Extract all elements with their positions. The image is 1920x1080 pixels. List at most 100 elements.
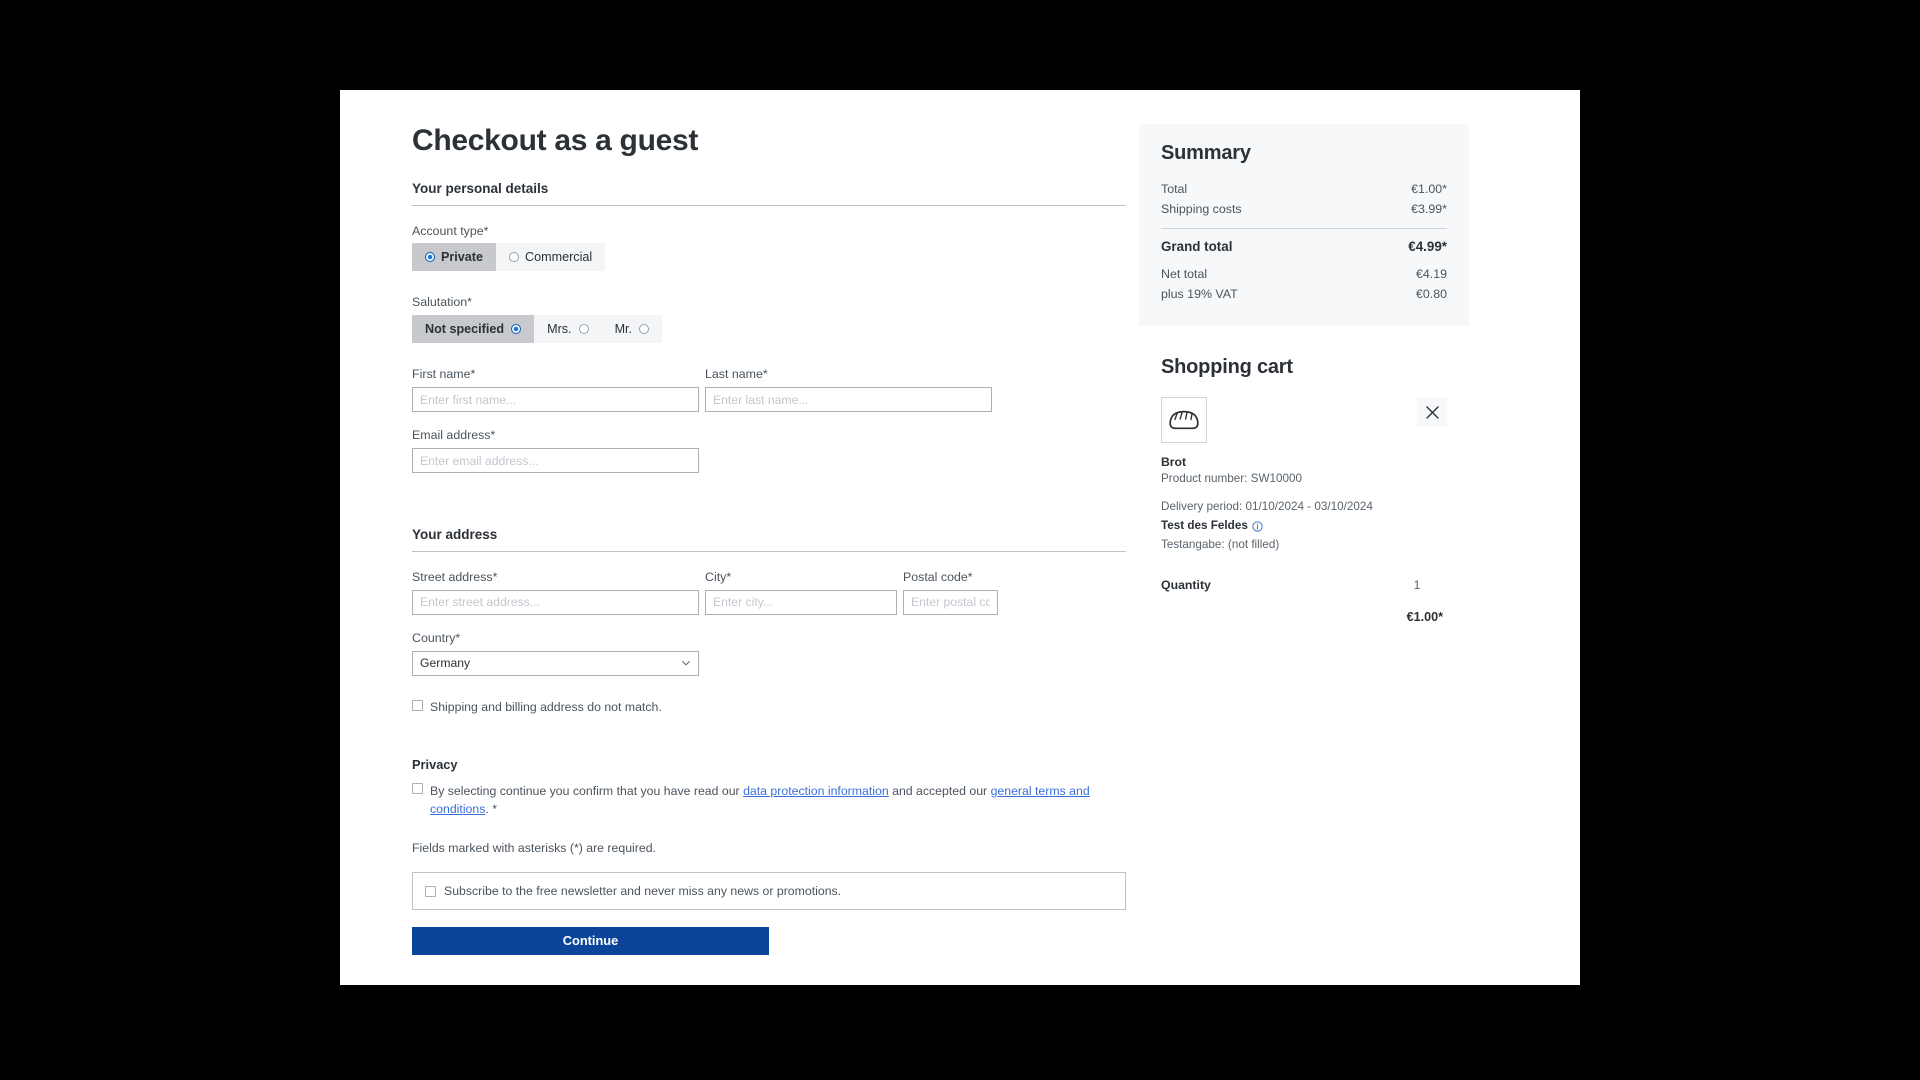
salutation-radio-group[interactable]: Not specified Mrs. Mr. — [412, 315, 663, 344]
custom-field-label: Test des Feldes — [1161, 518, 1248, 532]
shipping-mismatch-label: Shipping and billing address do not matc… — [430, 699, 662, 714]
section-divider — [412, 204, 1126, 206]
salutation-option-label: Mr. — [614, 322, 633, 337]
radio-icon — [425, 252, 435, 263]
page-title: Checkout as a guest — [412, 124, 699, 157]
salutation-option-label: Mrs. — [547, 322, 572, 337]
last-name-group: Last name* — [705, 367, 992, 413]
guest-checkout-form: Checkout as a guest Your personal detail… — [340, 90, 1126, 955]
grand-total-label: Grand total — [1161, 239, 1233, 254]
summary-row-label: Total — [1161, 182, 1188, 196]
privacy-consent-checkbox[interactable] — [412, 782, 423, 794]
newsletter-label: Subscribe to the free newsletter and nev… — [444, 883, 842, 898]
email-label: Email address* — [412, 428, 496, 443]
line-item-price: €1.00* — [1406, 609, 1443, 624]
city-label: City* — [705, 570, 732, 584]
country-label: Country* — [412, 630, 461, 645]
summary-row-shipping: Shipping costs €3.99* — [1161, 199, 1447, 219]
checkout-page: Checkout as a guest Your personal detail… — [340, 90, 1580, 985]
first-name-input[interactable] — [412, 387, 699, 413]
account-type-label: Account type* — [412, 223, 489, 238]
last-name-input[interactable] — [705, 387, 992, 413]
first-name-group: First name* — [412, 367, 699, 413]
privacy-text-part1: By selecting continue you confirm that y… — [430, 783, 744, 798]
shopping-cart-title: Shopping cart — [1161, 356, 1293, 378]
country-row: Country* Germany — [412, 631, 1115, 676]
privacy-heading: Privacy — [412, 756, 458, 772]
radio-icon — [509, 252, 520, 263]
quantity-value: 1 — [1413, 577, 1421, 592]
newsletter-box[interactable]: Subscribe to the free newsletter and nev… — [412, 871, 1126, 910]
salutation-option-not-specified[interactable]: Not specified — [412, 315, 535, 344]
shopping-cart-block: Shopping cart Brot Product number: SW100… — [1139, 326, 1469, 624]
postal-code-label: Postal code* — [903, 570, 973, 584]
first-name-label: First name* — [412, 367, 476, 382]
continue-button[interactable]: Continue — [412, 926, 769, 955]
privacy-text-part2: and accepted our — [888, 783, 991, 798]
product-name: Brot — [1161, 455, 1187, 469]
salutation-option-label: Not specified — [425, 322, 505, 337]
close-icon — [1425, 405, 1439, 419]
address-row: Street address* City* Postal code* — [412, 570, 1115, 615]
account-type-option-private[interactable]: Private — [412, 243, 497, 272]
street-input[interactable] — [412, 589, 699, 615]
delivery-period: Delivery period: 01/10/2024 - 03/10/2024 — [1161, 499, 1373, 513]
summary-row-label: plus 19% VAT — [1161, 287, 1238, 301]
shipping-mismatch-row[interactable]: Shipping and billing address do not matc… — [412, 699, 1115, 717]
quantity-label: Quantity — [1161, 577, 1211, 592]
name-row: First name* Last name* — [412, 367, 1115, 413]
email-input[interactable] — [412, 448, 699, 473]
last-name-label: Last name* — [705, 367, 768, 382]
summary-title: Summary — [1161, 142, 1251, 164]
personal-details-heading: Your personal details — [412, 180, 549, 196]
salutation-label: Salutation* — [412, 295, 472, 310]
radio-icon — [511, 324, 522, 335]
summary-card: Summary Total €1.00* Shipping costs €3.9… — [1139, 124, 1469, 326]
summary-row-value: €4.19 — [1415, 267, 1447, 281]
remove-item-button[interactable] — [1417, 397, 1447, 427]
radio-icon — [578, 324, 589, 335]
info-icon[interactable] — [1252, 521, 1263, 532]
email-group: Email address* — [412, 428, 699, 473]
address-heading: Your address — [412, 527, 498, 542]
postal-code-group: Postal code* — [903, 570, 998, 615]
city-input[interactable] — [705, 589, 897, 615]
product-thumbnail[interactable] — [1161, 397, 1207, 443]
summary-row-total: Total €1.00* — [1161, 179, 1447, 199]
newsletter-checkbox[interactable] — [425, 885, 436, 897]
data-protection-link[interactable]: data protection information — [743, 784, 889, 798]
email-row: Email address* — [412, 428, 1115, 473]
account-type-option-label: Private — [441, 250, 484, 265]
city-group: City* — [705, 570, 897, 615]
section-divider — [412, 551, 1126, 552]
summary-row-grand-total: Grand total €4.99* — [1161, 237, 1447, 264]
country-group: Country* Germany — [412, 631, 699, 676]
salutation-option-mr[interactable]: Mr. — [602, 315, 663, 343]
street-label: Street address* — [412, 570, 498, 584]
grand-total-value: €4.99* — [1408, 239, 1447, 254]
summary-row-value: €1.00* — [1411, 182, 1447, 196]
summary-row-vat: plus 19% VAT €0.80 — [1161, 284, 1447, 304]
checkout-aside: Summary Total €1.00* Shipping costs €3.9… — [1139, 90, 1479, 624]
postal-code-input[interactable] — [903, 589, 998, 615]
summary-row-label: Net total — [1161, 267, 1208, 281]
privacy-text-part3: . * — [485, 802, 497, 817]
screen: Checkout as a guest Your personal detail… — [0, 0, 1920, 1080]
summary-divider — [1161, 228, 1447, 229]
account-type-option-commercial[interactable]: Commercial — [496, 243, 605, 271]
custom-field-label-row: Test des Feldes — [1161, 518, 1447, 535]
summary-row-label: Shipping costs — [1161, 202, 1242, 216]
quantity-row: Quantity 1 — [1161, 578, 1447, 592]
street-group: Street address* — [412, 570, 699, 615]
product-number: Product number: SW10000 — [1161, 472, 1302, 485]
salutation-option-mrs[interactable]: Mrs. — [534, 315, 601, 343]
custom-field-value: Testangabe: (not filled) — [1161, 537, 1280, 551]
radio-icon — [639, 324, 650, 335]
country-select[interactable]: Germany — [412, 650, 699, 676]
account-type-radio-group[interactable]: Private Commercial — [412, 243, 606, 272]
account-type-option-label: Commercial — [525, 250, 593, 265]
required-fields-note: Fields marked with asterisks (*) are req… — [412, 840, 656, 855]
bread-loaf-icon — [1169, 410, 1199, 430]
shipping-mismatch-checkbox[interactable] — [412, 699, 423, 711]
privacy-consent-row[interactable]: By selecting continue you confirm that y… — [412, 782, 1115, 819]
